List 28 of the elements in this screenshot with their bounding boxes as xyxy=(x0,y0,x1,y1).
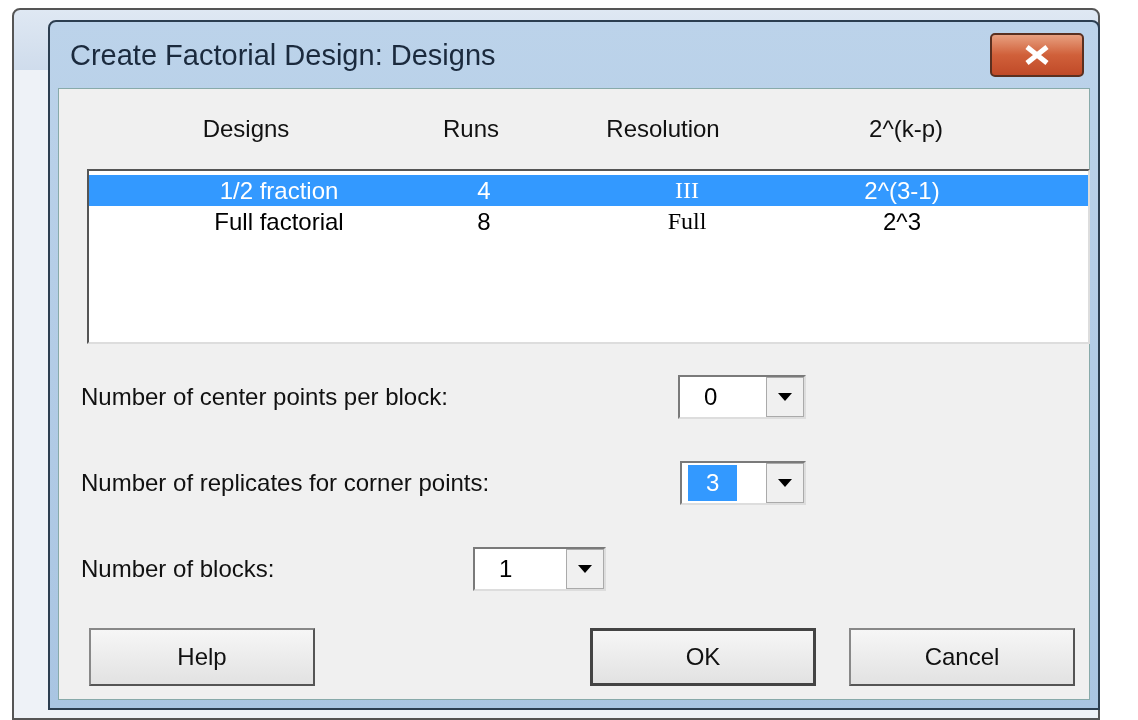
dropdown-arrow-icon xyxy=(578,565,592,573)
column-header: Designs xyxy=(201,115,291,143)
table-cell-text: III xyxy=(674,177,700,204)
dialog-button[interactable]: Cancel xyxy=(849,628,1075,686)
field-label: Number of blocks: xyxy=(81,555,275,582)
table-cell-text: 2^(3-1) xyxy=(863,176,941,205)
list-row[interactable]: Full factorial 8 Full 2^3 xyxy=(89,206,1088,237)
window-title: Create Factorial Design: Designs xyxy=(69,38,496,72)
dropdown-arrow-icon xyxy=(778,393,792,401)
dialog-button[interactable]: Help xyxy=(89,628,315,686)
close-icon xyxy=(1024,45,1050,65)
close-button[interactable] xyxy=(990,33,1084,77)
table-cell-text: Full xyxy=(666,208,708,235)
column-header: Resolution xyxy=(605,115,721,143)
dropdown-field[interactable]: 1 xyxy=(473,547,606,591)
table-cell-text: 2^3 xyxy=(882,207,922,236)
design-list[interactable]: 1/2 fraction 4 III 2^(3-1) Full factorial 8 Full 2^3 xyxy=(87,169,1090,344)
field-label: Number of replicates for corner points: xyxy=(81,469,490,496)
table-cell-text: 4 xyxy=(476,176,492,205)
dropdown-field[interactable]: 0 xyxy=(678,375,806,419)
column-header: 2^(k-p) xyxy=(868,115,944,143)
field-label: Number of center points per block: xyxy=(81,383,448,410)
column-header: Runs xyxy=(442,115,500,143)
dialog-button[interactable]: OK xyxy=(590,628,816,686)
table-cell-text: Full factorial xyxy=(213,207,345,236)
table-cell-text: 8 xyxy=(476,207,492,236)
dropdown-arrow-icon xyxy=(778,479,792,487)
table-cell-text: 1/2 fraction xyxy=(218,176,340,205)
